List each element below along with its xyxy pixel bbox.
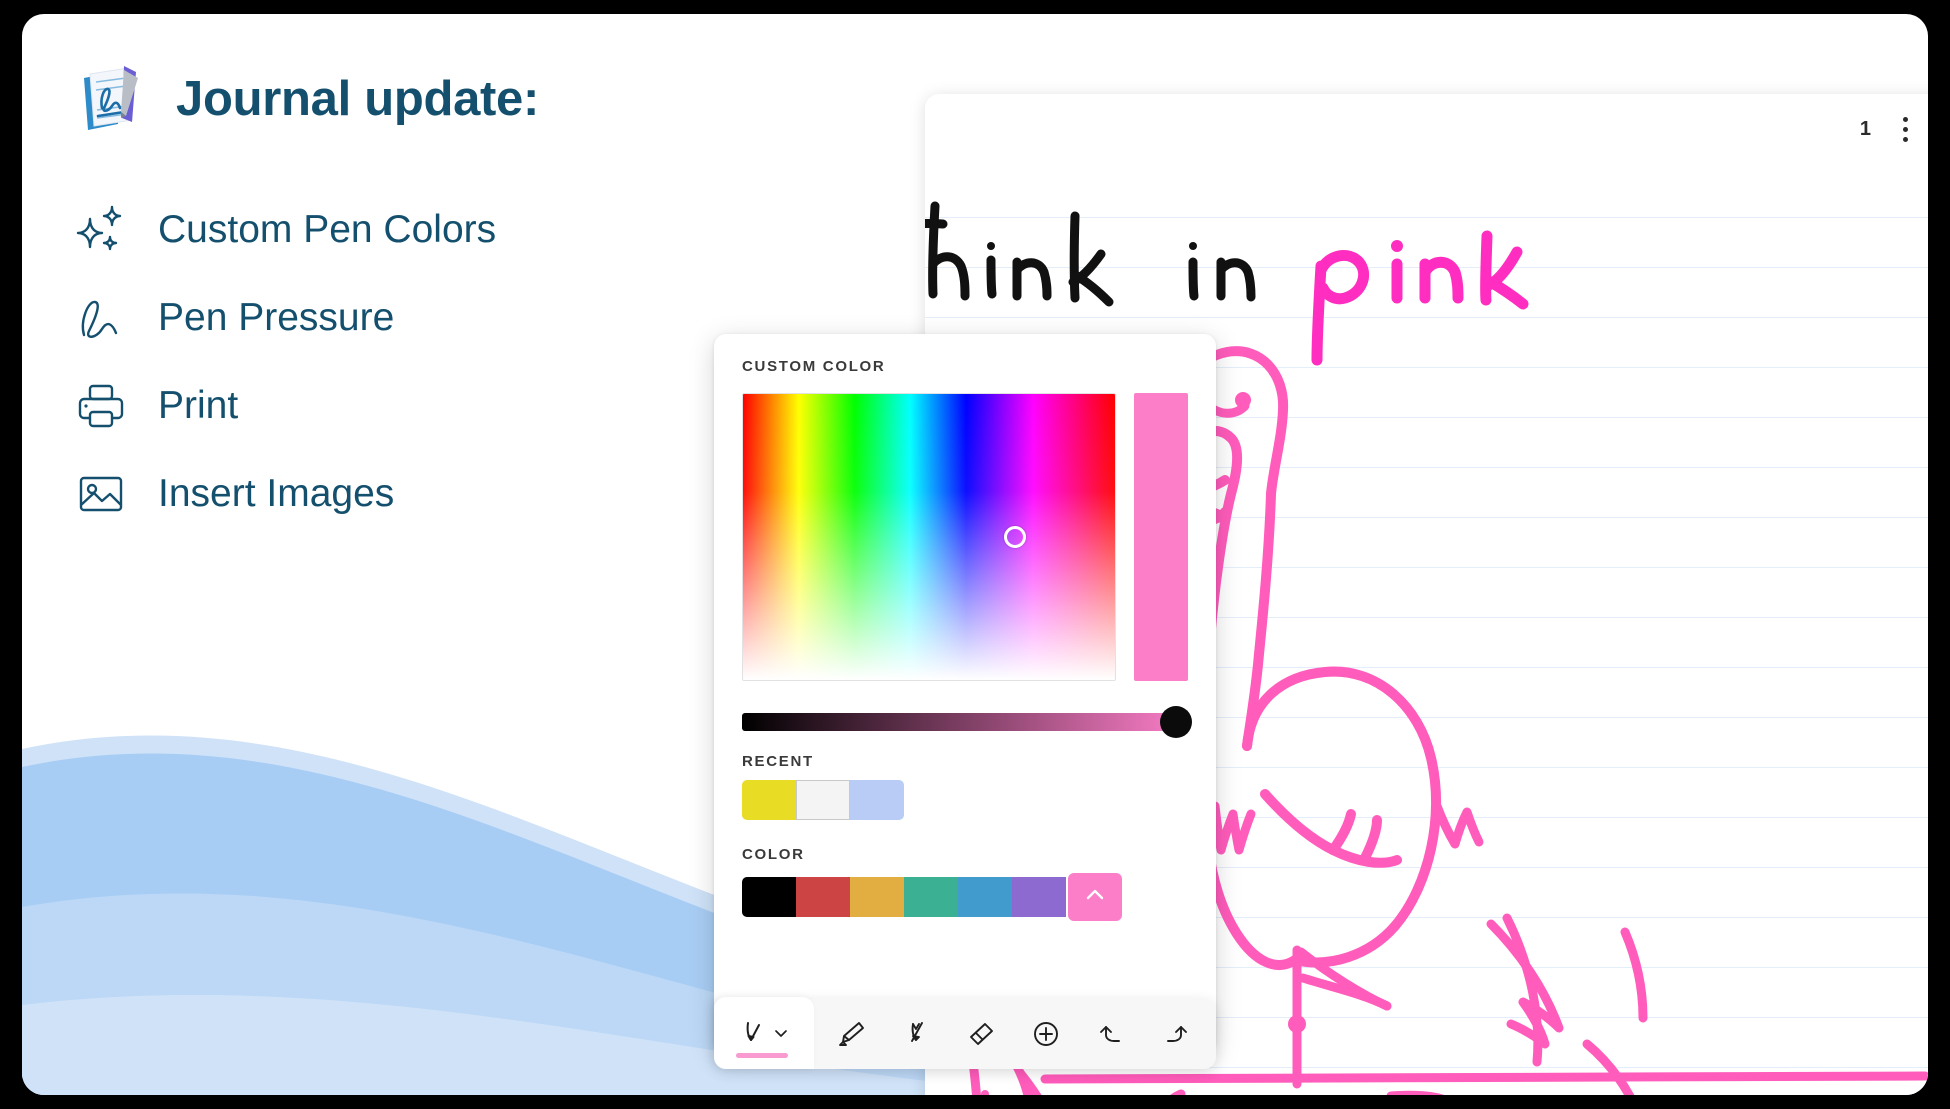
pencil-icon bbox=[900, 1018, 932, 1050]
page-title: Journal update: bbox=[176, 72, 540, 126]
palette-teal[interactable] bbox=[904, 877, 958, 917]
promo-header: Journal update: bbox=[74, 62, 794, 136]
highlighter-icon bbox=[835, 1018, 867, 1050]
eraser-icon bbox=[965, 1018, 997, 1050]
plus-circle-icon bbox=[1030, 1018, 1062, 1050]
recent-light-blue[interactable] bbox=[850, 780, 904, 820]
brightness-slider-handle[interactable] bbox=[1160, 706, 1192, 738]
app-card: Journal update: Custom Pen Colors Pen Pr… bbox=[22, 14, 1928, 1095]
palette-amber[interactable] bbox=[850, 877, 904, 917]
collapse-palette-button[interactable] bbox=[1068, 873, 1122, 921]
saturation-value-square[interactable] bbox=[742, 393, 1116, 681]
redo-icon bbox=[1160, 1018, 1192, 1050]
highlighter-tool[interactable] bbox=[824, 1007, 878, 1061]
notebook-header: 1 bbox=[1860, 94, 1928, 164]
sparkle-icon bbox=[74, 203, 128, 257]
recent-swatches bbox=[742, 780, 1188, 820]
palette-red[interactable] bbox=[796, 877, 850, 917]
feature-label: Print bbox=[158, 384, 239, 427]
chevron-up-icon bbox=[1084, 884, 1106, 911]
screenshot-stage: Journal update: Custom Pen Colors Pen Pr… bbox=[0, 0, 1950, 1109]
eraser-tool[interactable] bbox=[954, 1007, 1008, 1061]
custom-color-heading: CUSTOM COLOR bbox=[742, 358, 886, 375]
recent-yellow[interactable] bbox=[742, 780, 796, 820]
page-number: 1 bbox=[1859, 117, 1871, 140]
palette-black[interactable] bbox=[742, 877, 796, 917]
color-palette bbox=[742, 873, 1188, 921]
undo-icon bbox=[1095, 1018, 1127, 1050]
undo-button[interactable] bbox=[1084, 1007, 1138, 1061]
palette-blue[interactable] bbox=[958, 877, 1012, 917]
color-cursor[interactable] bbox=[1004, 526, 1026, 548]
redo-button[interactable] bbox=[1149, 1007, 1203, 1061]
feature-print: Print bbox=[74, 362, 794, 450]
feature-custom-pen-colors: Custom Pen Colors bbox=[74, 186, 794, 274]
saturation-value-row bbox=[742, 393, 1188, 681]
feature-label: Pen Pressure bbox=[158, 296, 395, 339]
pen-toolbar bbox=[714, 997, 1216, 1069]
feature-pen-pressure: Pen Pressure bbox=[74, 274, 794, 362]
brightness-slider[interactable] bbox=[742, 706, 1192, 738]
feature-label: Custom Pen Colors bbox=[158, 208, 497, 251]
palette-purple[interactable] bbox=[1012, 877, 1066, 917]
active-tool-color-indicator bbox=[736, 1053, 788, 1058]
journal-app-icon bbox=[74, 62, 148, 136]
chevron-down-icon[interactable] bbox=[773, 1025, 789, 1041]
tool-buttons bbox=[818, 1007, 1216, 1061]
pen-tool[interactable] bbox=[714, 997, 814, 1069]
pen-icon bbox=[739, 1018, 769, 1048]
color-preview-bar bbox=[1134, 393, 1188, 681]
color-heading: COLOR bbox=[742, 846, 805, 863]
printer-icon bbox=[74, 379, 128, 433]
recent-heading: RECENT bbox=[742, 753, 814, 770]
recent-white[interactable] bbox=[796, 780, 850, 820]
kebab-menu-icon[interactable] bbox=[1897, 111, 1914, 148]
pen-stroke-icon bbox=[74, 291, 128, 345]
feature-label: Insert Images bbox=[158, 472, 395, 515]
promo-column: Journal update: Custom Pen Colors Pen Pr… bbox=[74, 62, 794, 538]
feature-insert-images: Insert Images bbox=[74, 450, 794, 538]
image-icon bbox=[74, 467, 128, 521]
custom-color-picker: CUSTOM COLOR RECENT COLOR bbox=[714, 334, 1216, 1052]
add-tool[interactable] bbox=[1019, 1007, 1073, 1061]
pencil-tool[interactable] bbox=[889, 1007, 943, 1061]
